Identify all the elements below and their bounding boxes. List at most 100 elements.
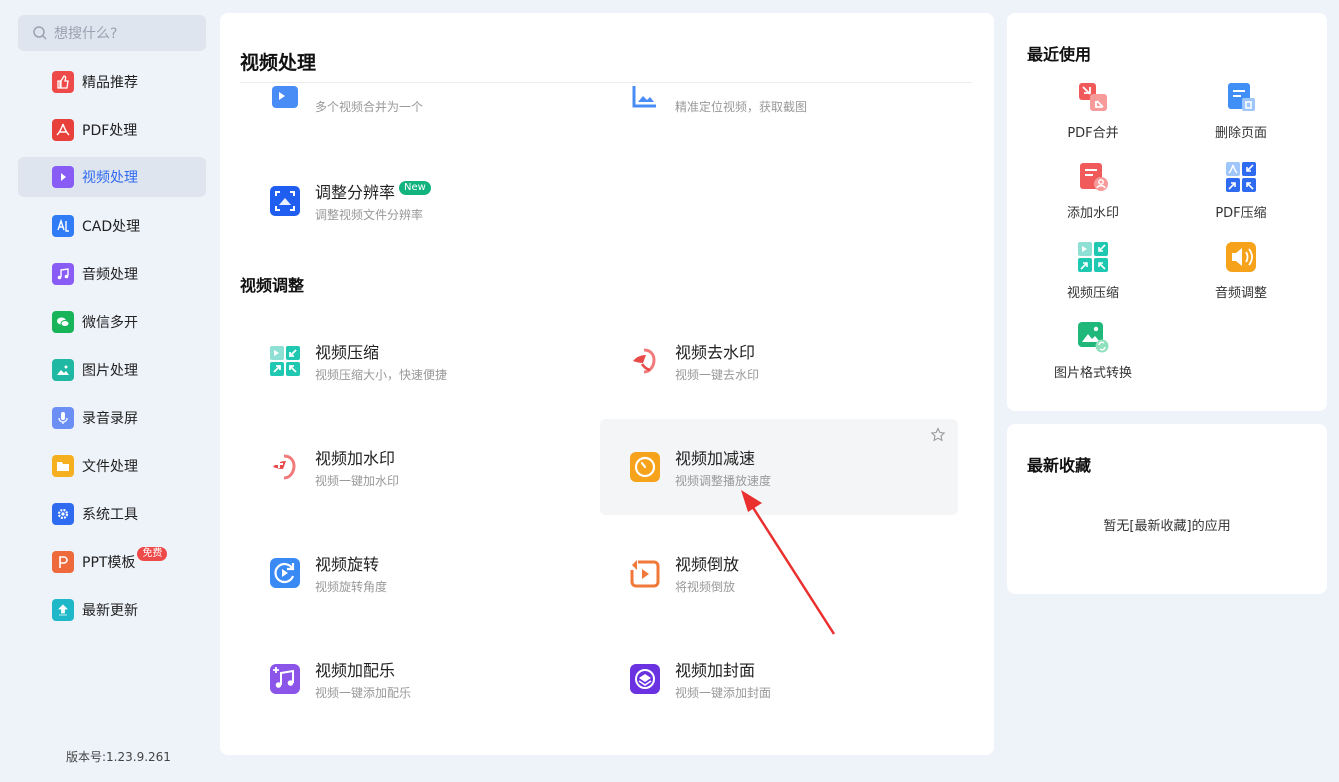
- tool-name: 视频加减速: [675, 449, 756, 468]
- sidebar-item-cad[interactable]: CAD处理: [18, 206, 206, 246]
- tool-name: 视频去水印: [675, 343, 756, 362]
- recent-title: 最近使用: [1027, 45, 1092, 64]
- tool-video-add-watermark[interactable]: 视频加水印 视频一键加水印: [240, 419, 598, 515]
- tool-desc: 视频一键添加封面: [675, 686, 772, 700]
- tool-name: 视频加水印: [315, 449, 396, 468]
- recent-item-delete-page[interactable]: 删除页面: [1166, 81, 1316, 161]
- recent-item-label: 视频压缩: [1066, 286, 1119, 301]
- wechat-icon: [52, 311, 74, 333]
- tool-video-compress[interactable]: 视频压缩 视频压缩大小，快速便捷: [240, 313, 598, 409]
- tool-desc: 调整视频文件分辨率: [315, 208, 424, 222]
- tool-desc: 多个视频合并为一个: [315, 100, 424, 114]
- recent-item-label: PDF合并: [1067, 126, 1119, 141]
- sidebar-item-system[interactable]: 系统工具: [18, 494, 206, 534]
- reverse-icon: [630, 560, 660, 588]
- add-music-icon: [270, 664, 300, 694]
- audio-adjust-icon: [1226, 242, 1256, 272]
- favorites-title: 最新收藏: [1027, 456, 1092, 475]
- tool-name: 视频旋转: [315, 555, 380, 574]
- sidebar-item-label: 视频处理: [82, 170, 138, 186]
- delete-page-icon: [1228, 83, 1255, 111]
- pdf-icon: [52, 119, 74, 141]
- tool-name: 视频加封面: [675, 661, 756, 680]
- video-merge-icon: [272, 86, 298, 108]
- compress-icon: [270, 346, 300, 376]
- recent-item-label: 图片格式转换: [1053, 366, 1132, 381]
- tool-desc: 精准定位视频，获取截图: [675, 100, 808, 114]
- tool-video-rotate[interactable]: 视频旋转 视频旋转角度: [240, 525, 598, 621]
- tool-video-add-music[interactable]: 视频加配乐 视频一键添加配乐: [240, 631, 598, 727]
- recent-item-label: 删除页面: [1214, 126, 1267, 141]
- sidebar-item-files[interactable]: 文件处理: [18, 446, 206, 486]
- tool-name: 视频压缩: [315, 343, 380, 362]
- pdf-compress-icon: [1226, 162, 1256, 192]
- recent-item-image-convert[interactable]: 图片格式转换: [1018, 321, 1168, 401]
- search-icon: [33, 26, 47, 40]
- recent-item-add-watermark[interactable]: 添加水印: [1018, 161, 1168, 241]
- image-convert-icon: [1078, 322, 1109, 353]
- sidebar-item-label: CAD处理: [82, 219, 141, 235]
- tool-video-add-cover[interactable]: 视频加封面 视频一键添加封面: [600, 631, 958, 727]
- add-watermark-icon: [273, 454, 296, 480]
- tool-video-speed[interactable]: 视频加减速 视频调整播放速度: [600, 419, 958, 515]
- recent-item-label: 添加水印: [1066, 206, 1119, 221]
- sidebar-item-updates[interactable]: 最新更新: [18, 590, 206, 630]
- sidebar-item-ppt[interactable]: PPT模板 免费: [18, 542, 206, 582]
- tool-desc: 视频一键加水印: [315, 474, 400, 488]
- tool-video-screenshot[interactable]: 精准定位视频，获取截图: [600, 83, 958, 132]
- resolution-icon: [270, 186, 300, 216]
- ppt-icon: [52, 551, 74, 573]
- video-screenshot-icon: [632, 86, 656, 108]
- version-text: 版本号:1.23.9.261: [66, 750, 171, 764]
- sidebar-item-label: 录音录屏: [82, 411, 138, 427]
- section-title: 视频调整: [240, 276, 305, 295]
- tool-name: 视频倒放: [675, 555, 740, 574]
- sidebar-item-label: 音频处理: [82, 267, 138, 283]
- recent-item-label: 音频调整: [1214, 286, 1267, 301]
- sidebar-item-pdf[interactable]: PDF处理: [18, 110, 206, 150]
- tool-video-reverse[interactable]: 视频倒放 将视频倒放: [600, 525, 958, 621]
- sidebar-item-image[interactable]: 图片处理: [18, 350, 206, 390]
- sidebar-item-wechat[interactable]: 微信多开: [18, 302, 206, 342]
- image-icon: [52, 359, 74, 381]
- tool-desc: 视频旋转角度: [315, 580, 388, 594]
- tool-video-remove-watermark[interactable]: 视频去水印 视频一键去水印: [600, 313, 958, 409]
- tool-adjust-resolution[interactable]: 调整分辨率 New 调整视频文件分辨率: [240, 153, 598, 249]
- search-placeholder: 想搜什么?: [54, 26, 118, 42]
- cad-icon: [52, 215, 74, 237]
- speed-icon: [630, 452, 660, 482]
- folder-icon: [52, 455, 74, 477]
- search-input[interactable]: 想搜什么?: [18, 15, 206, 51]
- tool-desc: 将视频倒放: [675, 580, 736, 594]
- free-badge: 免费: [137, 547, 168, 561]
- sidebar: 想搜什么? 精品推荐 PDF处理 视频处理 CAD处理 音频处理 微信多开 图片…: [0, 0, 220, 782]
- recent-item-pdf-compress[interactable]: PDF压缩: [1166, 161, 1316, 241]
- star-favorite-icon[interactable]: [930, 427, 946, 443]
- upload-icon: [52, 599, 74, 621]
- sidebar-item-featured[interactable]: 精品推荐: [18, 62, 206, 102]
- pdf-merge-icon: [1079, 83, 1107, 111]
- sidebar-item-label: 系统工具: [82, 507, 138, 523]
- tool-desc: 视频一键去水印: [675, 368, 760, 382]
- recent-item-pdf-merge[interactable]: PDF合并: [1018, 81, 1168, 161]
- recent-panel: 最近使用 PDF合并 删除页面 添加水印 PDF压缩 视频压缩 音频调整 图片格…: [1007, 13, 1327, 411]
- add-watermark-icon: [1080, 163, 1108, 191]
- rotate-icon: [270, 558, 300, 588]
- new-badge: New: [399, 181, 431, 195]
- sidebar-item-video[interactable]: 视频处理: [18, 157, 206, 197]
- sidebar-item-audio[interactable]: 音频处理: [18, 254, 206, 294]
- sidebar-item-recording[interactable]: 录音录屏: [18, 398, 206, 438]
- video-play-icon: [52, 166, 74, 188]
- sidebar-item-label: PDF处理: [82, 123, 138, 139]
- sidebar-item-label: PPT模板: [82, 555, 136, 571]
- thumbs-up-icon: [52, 71, 74, 93]
- tool-name: 视频加配乐: [315, 661, 396, 680]
- sidebar-item-label: 图片处理: [82, 363, 138, 379]
- favorites-panel: 最新收藏 暂无[最新收藏]的应用: [1007, 424, 1327, 594]
- tool-name: 调整分辨率 New: [315, 179, 431, 203]
- add-cover-icon: [630, 664, 660, 694]
- sidebar-item-label: 微信多开: [82, 315, 138, 331]
- recent-item-video-compress[interactable]: 视频压缩: [1018, 241, 1168, 321]
- remove-watermark-icon: [633, 348, 656, 374]
- recent-item-audio-adjust[interactable]: 音频调整: [1166, 241, 1316, 321]
